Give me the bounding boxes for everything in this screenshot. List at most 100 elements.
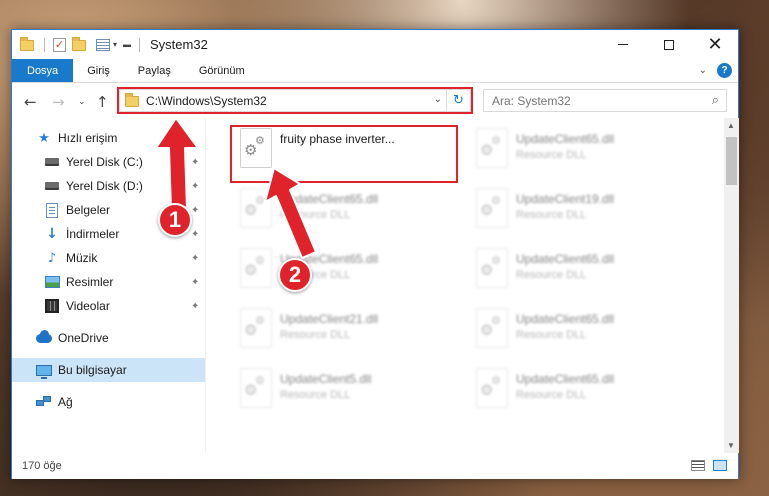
new-folder-icon[interactable] bbox=[72, 36, 88, 53]
maximize-button[interactable] bbox=[646, 30, 692, 59]
tab-file[interactable]: Dosya bbox=[12, 59, 74, 82]
file-tile[interactable]: ⚙ ⚙ UpdateClient65.dll Resource DLL bbox=[234, 243, 454, 295]
nav-item-network[interactable]: Ağ bbox=[12, 390, 205, 414]
close-button[interactable]: ✕ bbox=[692, 30, 738, 59]
file-tile[interactable]: ⚙ ⚙ UpdateClient21.dll Resource DLL bbox=[234, 303, 454, 355]
file-description: Resource DLL bbox=[280, 389, 351, 401]
scroll-down-icon[interactable]: ▼ bbox=[727, 441, 735, 450]
nav-item-quick-access[interactable]: ★ Hızlı erişim bbox=[12, 126, 205, 150]
status-bar: 170 öğe bbox=[12, 453, 738, 479]
tab-view[interactable]: Görünüm bbox=[185, 59, 259, 82]
file-tile[interactable]: ⚙ ⚙ UpdateClient65.dll Resource DLL bbox=[470, 303, 690, 355]
chevron-down-icon[interactable]: ⌄ bbox=[434, 94, 442, 105]
minimize-button[interactable] bbox=[600, 30, 646, 59]
search-box[interactable]: ⌕ bbox=[483, 89, 727, 112]
file-name: UpdateClient19.dll bbox=[516, 192, 615, 206]
file-name: fruity phase inverter... bbox=[280, 132, 395, 146]
file-tile[interactable]: ⚙ ⚙ UpdateClient65.dll Resource DLL bbox=[234, 183, 454, 235]
nav-item-local-disk-d[interactable]: Yerel Disk (D:) ✦ bbox=[12, 174, 205, 198]
nav-item-this-pc[interactable]: Bu bilgisayar bbox=[12, 358, 205, 382]
help-icon[interactable]: ? bbox=[717, 63, 732, 78]
onedrive-icon bbox=[36, 329, 52, 346]
nav-item-label: Bu bilgisayar bbox=[58, 363, 127, 377]
nav-item-label: Yerel Disk (D:) bbox=[66, 179, 143, 193]
file-tile-highlighted[interactable]: ⚙ ⚙ fruity phase inverter... bbox=[234, 123, 454, 175]
callout-2: 2 bbox=[278, 258, 312, 292]
file-tile[interactable]: ⚙ ⚙ UpdateClient65.dll Resource DLL bbox=[470, 243, 690, 295]
forward-arrow-icon[interactable]: → bbox=[52, 93, 65, 111]
nav-item-label: İndirmeler bbox=[66, 227, 120, 241]
address-path[interactable]: C:\Windows\System32 bbox=[146, 94, 267, 108]
chevron-down-icon[interactable]: ▾ bbox=[113, 40, 117, 49]
pin-icon[interactable]: ✦ bbox=[191, 157, 199, 168]
navigation-pane: ★ Hızlı erişim Yerel Disk (C:) ✦ Yerel D… bbox=[12, 118, 205, 453]
nav-item-label: Müzik bbox=[66, 251, 98, 265]
file-description: Resource DLL bbox=[516, 209, 587, 221]
pin-icon[interactable]: ✦ bbox=[191, 205, 199, 216]
this-pc-icon bbox=[36, 362, 52, 379]
pin-icon[interactable]: ✦ bbox=[191, 181, 199, 192]
file-explorer-window: ✓ ▾ ▬ System32 ✕ Dosya Giriş Paylaş Görü… bbox=[11, 29, 739, 479]
dll-file-icon: ⚙ ⚙ bbox=[240, 248, 272, 288]
pin-icon[interactable]: ✦ bbox=[191, 277, 199, 288]
scrollbar-thumb[interactable] bbox=[726, 137, 737, 185]
nav-item-label: Belgeler bbox=[66, 203, 111, 217]
ribbon-tabs: Dosya Giriş Paylaş Görünüm ⌄ ? bbox=[12, 59, 738, 83]
nav-item-label: Resimler bbox=[66, 275, 114, 289]
file-tile[interactable]: ⚙ ⚙ UpdateClient5.dll Resource DLL bbox=[234, 363, 454, 415]
nav-item-label: Videolar bbox=[66, 299, 110, 313]
file-description: Resource DLL bbox=[516, 329, 587, 341]
file-description: Resource DLL bbox=[516, 149, 587, 161]
up-arrow-icon[interactable]: ↑ bbox=[96, 93, 109, 111]
nav-item-onedrive[interactable]: OneDrive bbox=[12, 326, 205, 350]
file-name: UpdateClient65.dll bbox=[280, 192, 379, 206]
videos-icon bbox=[44, 298, 60, 314]
recent-locations-icon[interactable]: ⌄ bbox=[78, 97, 86, 107]
nav-item-label: Yerel Disk (C:) bbox=[66, 155, 143, 169]
item-count: 170 öğe bbox=[22, 460, 62, 472]
folder-icon bbox=[125, 93, 139, 107]
large-icons-view-icon[interactable] bbox=[713, 460, 727, 471]
file-tile[interactable]: ⚙ ⚙ UpdateClient65.dll Resource DLL bbox=[470, 363, 690, 415]
details-view-icon[interactable] bbox=[691, 460, 705, 471]
file-description: Resource DLL bbox=[516, 389, 587, 401]
nav-item-pictures[interactable]: Resimler ✦ bbox=[12, 270, 205, 294]
title-bar: ✓ ▾ ▬ System32 ✕ bbox=[12, 30, 738, 59]
star-icon: ★ bbox=[38, 130, 50, 145]
vertical-scrollbar[interactable]: ▲ ▼ bbox=[724, 118, 739, 453]
expand-ribbon-icon[interactable]: ⌄ bbox=[699, 65, 707, 76]
dll-file-icon: ⚙ ⚙ bbox=[240, 308, 272, 348]
drive-icon bbox=[44, 178, 60, 194]
search-icon[interactable]: ⌕ bbox=[712, 93, 719, 108]
callout-1: 1 bbox=[158, 203, 192, 237]
file-name: UpdateClient21.dll bbox=[280, 312, 379, 326]
file-description: Resource DLL bbox=[280, 209, 351, 221]
nav-item-local-disk-c[interactable]: Yerel Disk (C:) ✦ bbox=[12, 150, 205, 174]
dll-file-icon: ⚙ ⚙ bbox=[476, 188, 508, 228]
tab-share[interactable]: Paylaş bbox=[124, 59, 185, 82]
address-bar[interactable]: C:\Windows\System32 ⌄ ↻ bbox=[119, 89, 471, 112]
file-tile[interactable]: ⚙ ⚙ UpdateClient65.dll Resource DLL bbox=[470, 123, 690, 175]
tab-home[interactable]: Giriş bbox=[73, 59, 124, 82]
view-properties-icon[interactable] bbox=[96, 38, 110, 51]
pin-icon[interactable]: ✦ bbox=[191, 301, 199, 312]
customize-quick-access-icon[interactable]: ▬ bbox=[123, 40, 131, 49]
scroll-up-icon[interactable]: ▲ bbox=[727, 121, 735, 130]
file-tile[interactable]: ⚙ ⚙ UpdateClient19.dll Resource DLL bbox=[470, 183, 690, 235]
refresh-button[interactable]: ↻ bbox=[446, 90, 470, 111]
back-arrow-icon[interactable]: ← bbox=[24, 93, 37, 111]
dll-file-icon: ⚙ ⚙ bbox=[476, 308, 508, 348]
pin-icon[interactable]: ✦ bbox=[191, 229, 199, 240]
properties-check-icon[interactable]: ✓ bbox=[53, 37, 66, 52]
search-input[interactable] bbox=[492, 93, 692, 108]
network-icon bbox=[36, 394, 52, 410]
nav-item-music[interactable]: ♪ Müzik ✦ bbox=[12, 246, 205, 270]
drive-icon bbox=[44, 154, 60, 170]
nav-item-videos[interactable]: Videolar ✦ bbox=[12, 294, 205, 318]
pictures-icon bbox=[44, 274, 60, 290]
file-name: UpdateClient65.dll bbox=[516, 252, 615, 266]
pin-icon[interactable]: ✦ bbox=[191, 253, 199, 264]
dll-file-icon: ⚙ ⚙ bbox=[476, 248, 508, 288]
nav-item-label: Hızlı erişim bbox=[58, 131, 118, 145]
folder-icon[interactable] bbox=[20, 36, 36, 53]
